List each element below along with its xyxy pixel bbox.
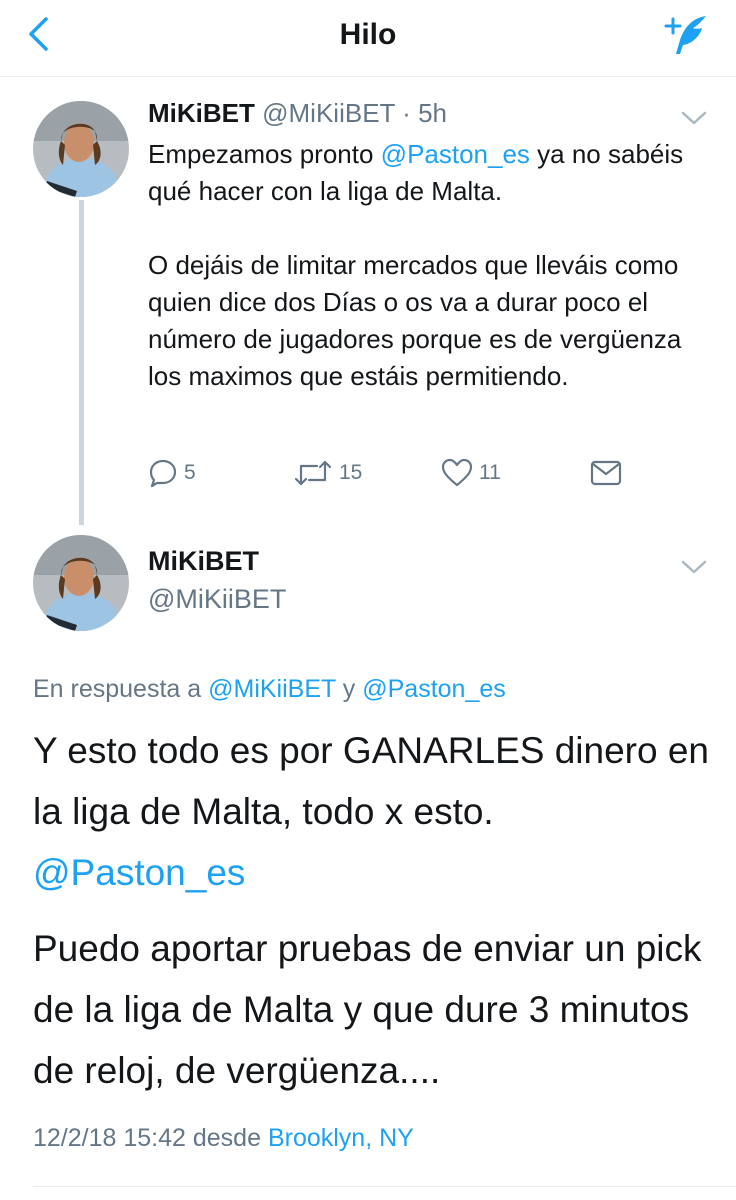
tweet-text: Puedo aportar pruebas de enviar un pick …	[33, 918, 713, 1101]
direct-message-button[interactable]	[590, 456, 622, 490]
avatar-image	[33, 101, 129, 197]
mention-link[interactable]: @Paston_es	[362, 675, 506, 703]
tweet-paragraph: Puedo aportar pruebas de enviar un pick …	[33, 928, 702, 1091]
display-name[interactable]: MiKiBET	[148, 98, 255, 128]
retweet-button[interactable]: 15	[293, 456, 362, 490]
display-name[interactable]: MiKiBET	[148, 546, 259, 577]
envelope-icon	[590, 460, 622, 486]
reply-context: En respuesta a @MiKiiBET y @Paston_es	[33, 675, 506, 704]
nav-bar: Hilo	[0, 0, 736, 77]
chevron-down-icon[interactable]	[680, 109, 708, 127]
divider	[33, 1186, 736, 1187]
reply-button[interactable]: 5	[148, 456, 196, 490]
like-button[interactable]: 11	[441, 456, 501, 490]
dot-separator: ·	[394, 98, 419, 128]
user-handle[interactable]: @MiKiiBET	[262, 98, 395, 128]
avatar-image	[33, 535, 129, 631]
reply-icon	[149, 459, 177, 488]
tweet-header: MiKiBET @MiKiiBET · 5h	[148, 98, 447, 129]
mention-link[interactable]: @MiKiiBET	[208, 675, 336, 703]
reply-count: 5	[184, 461, 196, 484]
avatar[interactable]	[33, 535, 129, 631]
tweet-paragraph: Y esto todo es por GANARLES dinero en la…	[33, 730, 709, 832]
reply-prefix: En respuesta a	[33, 675, 209, 703]
retweet-count: 15	[339, 461, 363, 484]
avatar[interactable]	[33, 101, 129, 197]
meta-separator: desde	[185, 1124, 268, 1152]
like-count: 11	[479, 461, 501, 484]
tweet-text-segment: Empezamos pronto	[148, 139, 381, 169]
compose-tweet-icon[interactable]	[662, 12, 710, 58]
tweet-text: Empezamos pronto @Paston_es ya no sabéis…	[148, 136, 693, 395]
tweet-paragraph: Empezamos pronto @Paston_es ya no sabéis…	[148, 136, 693, 210]
reply-conjunction: y	[335, 675, 363, 703]
chevron-down-icon[interactable]	[680, 558, 708, 576]
tweet-metadata: 12/2/18 15:42 desde Brooklyn, NY	[33, 1124, 414, 1153]
tweet-paragraph: O dejáis de limitar mercados que lleváis…	[148, 250, 682, 391]
location-link[interactable]: Brooklyn, NY	[268, 1124, 414, 1152]
mention-link[interactable]: @Paston_es	[381, 139, 530, 169]
user-handle[interactable]: @MiKiiBET	[148, 584, 286, 615]
retweet-icon	[294, 460, 332, 486]
timestamp: 12/2/18 15:42	[33, 1124, 186, 1152]
tweet-actions: 5 15 11	[148, 456, 628, 490]
page-title: Hilo	[339, 18, 397, 51]
thread-line	[79, 200, 84, 525]
tweet-time: 5h	[418, 98, 447, 128]
heart-icon	[441, 458, 473, 487]
mention-link[interactable]: @Paston_es	[33, 842, 713, 903]
tweet-text: Y esto todo es por GANARLES dinero en la…	[33, 720, 713, 903]
